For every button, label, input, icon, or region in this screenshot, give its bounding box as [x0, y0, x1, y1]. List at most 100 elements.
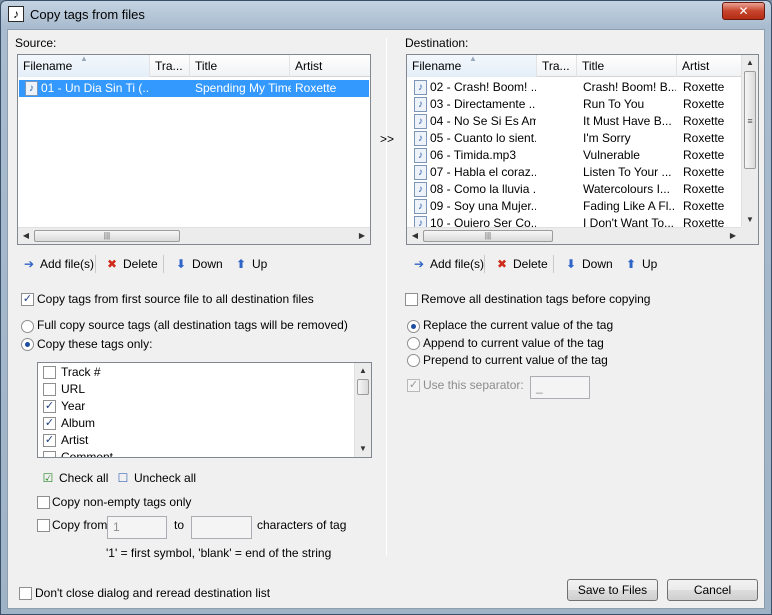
append-radio[interactable]: [407, 337, 420, 350]
append-label: Append to current value of the tag: [423, 336, 604, 350]
tag-checkbox[interactable]: [43, 451, 56, 457]
scroll-down-icon[interactable]: ▼: [744, 214, 756, 226]
scroll-right-icon[interactable]: ▶: [356, 230, 368, 242]
source-up-button[interactable]: ⬆ Up: [233, 254, 267, 274]
table-row[interactable]: ♪ 01 - Un Dia Sin Ti (... Spending My Time…: [19, 80, 369, 97]
col-artist[interactable]: Artist: [677, 55, 743, 77]
arrow-right-icon: ➔: [413, 257, 425, 271]
copy-these-label: Copy these tags only:: [37, 337, 153, 351]
cell-title: Watercolours I...: [583, 182, 670, 196]
tag-checkbox[interactable]: ✓: [43, 400, 56, 413]
cell-filename: 08 - Como la lluvia ...: [430, 182, 536, 196]
destination-down-button[interactable]: ⬇ Down: [563, 254, 613, 274]
destination-vscrollbar[interactable]: ▲ ≡ ▼: [741, 55, 758, 228]
tag-checkbox[interactable]: ✓: [43, 417, 56, 430]
cell-artist: Roxette: [295, 81, 337, 95]
table-row[interactable]: ♪ 09 - Soy una Mujer... Fading Like A Fl..…: [408, 198, 741, 215]
cell-filename: 03 - Directamente ...: [430, 97, 536, 111]
col-title[interactable]: Title: [190, 55, 290, 77]
destination-delete-button[interactable]: ✖ Delete: [494, 254, 548, 274]
check-all-button[interactable]: ☑ Check all: [40, 468, 109, 488]
arrow-down-icon: ⬇: [565, 257, 577, 271]
separator-input[interactable]: _: [530, 376, 590, 399]
destination-hscrollbar[interactable]: ◀ ||| ▶: [407, 227, 741, 244]
source-down-button[interactable]: ⬇ Down: [173, 254, 223, 274]
uncheck-all-icon: ☐: [117, 471, 129, 485]
scroll-up-icon[interactable]: ▲: [744, 57, 756, 69]
source-file-list[interactable]: ▲ Filename Tra... Title Artist ♪ 01 - Un D…: [17, 54, 371, 245]
use-separator-label: Use this separator:: [423, 378, 524, 392]
replace-radio[interactable]: [407, 320, 420, 333]
copy-to-input[interactable]: [191, 516, 252, 539]
scroll-up-icon[interactable]: ▲: [357, 365, 369, 377]
col-title[interactable]: Title: [577, 55, 677, 77]
table-row[interactable]: ♪ 03 - Directamente ... Run To You Roxette: [408, 96, 741, 113]
cell-filename: 01 - Un Dia Sin Ti (...: [41, 81, 149, 95]
tags-checklist[interactable]: Track # URL ✓ Year ✓ Album ✓ Artist Comment ▲ ▼: [37, 362, 372, 458]
tag-list-item[interactable]: Comment: [43, 449, 343, 458]
scroll-down-icon[interactable]: ▼: [357, 443, 369, 455]
table-row[interactable]: ♪ 02 - Crash! Boom! ... Crash! Boom! B... R…: [408, 79, 741, 96]
cell-artist: Roxette: [683, 131, 725, 145]
tag-checkbox[interactable]: [43, 383, 56, 396]
non-empty-checkbox[interactable]: [37, 496, 50, 509]
tag-list-item[interactable]: URL: [43, 381, 343, 398]
scroll-thumb[interactable]: [357, 379, 369, 395]
col-filename[interactable]: ▲ Filename: [407, 55, 537, 77]
scroll-thumb[interactable]: ≡: [744, 71, 756, 169]
scroll-left-icon[interactable]: ◀: [20, 230, 32, 242]
scroll-corner: [741, 227, 758, 244]
source-delete-button[interactable]: ✖ Delete: [104, 254, 158, 274]
close-button[interactable]: ✕: [722, 2, 765, 20]
copy-from-checkbox[interactable]: [37, 519, 50, 532]
table-row[interactable]: ♪ 06 - Timida.mp3 Vulnerable Roxette: [408, 147, 741, 164]
col-track[interactable]: Tra...: [537, 55, 577, 77]
tags-vscrollbar[interactable]: ▲ ▼: [354, 363, 371, 457]
audio-file-icon: ♪: [414, 131, 427, 146]
prepend-radio[interactable]: [407, 354, 420, 367]
delete-x-icon: ✖: [496, 257, 508, 271]
tag-list-item[interactable]: Track #: [43, 364, 343, 381]
tag-checkbox[interactable]: ✓: [43, 434, 56, 447]
tag-list-item[interactable]: ✓ Year: [43, 398, 343, 415]
window-title: Copy tags from files: [30, 7, 145, 22]
destination-add-files-button[interactable]: ➔ Add file(s): [411, 254, 484, 274]
scroll-right-icon[interactable]: ▶: [727, 230, 739, 242]
cancel-button[interactable]: Cancel: [667, 579, 758, 601]
cell-artist: Roxette: [683, 199, 725, 213]
col-track[interactable]: Tra...: [150, 55, 190, 77]
table-row[interactable]: ♪ 07 - Habla el coraz... Listen To Your ..…: [408, 164, 741, 181]
toolbar-separator: [484, 255, 485, 273]
toolbar-separator: [553, 255, 554, 273]
scroll-thumb[interactable]: |||: [423, 230, 553, 242]
tag-list-item[interactable]: ✓ Album: [43, 415, 343, 432]
copy-from-input[interactable]: 1: [107, 516, 167, 539]
use-separator-checkbox[interactable]: ✓: [407, 379, 420, 392]
copy-first-to-all-label: Copy tags from first source file to all …: [37, 292, 314, 306]
remove-all-checkbox[interactable]: [405, 293, 418, 306]
copy-these-radio[interactable]: [21, 338, 34, 351]
col-filename[interactable]: ▲ Filename: [18, 55, 150, 77]
table-row[interactable]: ♪04 - No Se Si Es Am... It Must Have B...…: [408, 113, 741, 130]
dont-close-checkbox[interactable]: [19, 587, 32, 600]
copy-first-to-all-checkbox[interactable]: ✓: [21, 293, 34, 306]
uncheck-all-button[interactable]: ☐ Uncheck all: [115, 468, 196, 488]
full-copy-radio[interactable]: [21, 320, 34, 333]
destination-up-button[interactable]: ⬆ Up: [623, 254, 657, 274]
tag-list-item[interactable]: ✓ Artist: [43, 432, 343, 449]
source-hscrollbar[interactable]: ◀ ||| ▶: [18, 227, 370, 244]
table-row[interactable]: ♪ 05 - Cuanto lo sient... I'm Sorry Roxette: [408, 130, 741, 147]
cell-title: Fading Like A Fl...: [583, 199, 676, 213]
tag-label: Comment: [61, 450, 114, 458]
tag-checkbox[interactable]: [43, 366, 56, 379]
cell-filename: 05 - Cuanto lo sient...: [430, 131, 536, 145]
save-to-files-button[interactable]: Save to Files: [567, 579, 658, 601]
source-add-files-button[interactable]: ➔ Add file(s): [21, 254, 94, 274]
scroll-left-icon[interactable]: ◀: [409, 230, 421, 242]
destination-file-list[interactable]: ▲ Filename Tra... Title Artist ♪ 02 - Cras…: [406, 54, 759, 245]
scroll-thumb[interactable]: |||: [34, 230, 180, 242]
panel-divider: [386, 38, 387, 556]
table-row[interactable]: ♪ 08 - Como la lluvia ... Watercolours I..…: [408, 181, 741, 198]
col-artist[interactable]: Artist: [290, 55, 370, 77]
delete-x-icon: ✖: [106, 257, 118, 271]
